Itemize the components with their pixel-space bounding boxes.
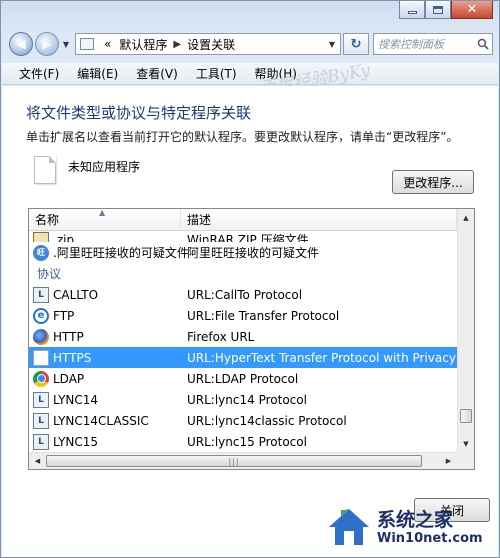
menu-bar: 文件(F) 编辑(E) 查看(V) 工具(T) 帮助(H): [2, 63, 498, 85]
column-description-label: 描述: [187, 213, 212, 227]
item-description: WinRAR ZIP 压缩文件: [187, 233, 309, 242]
list-item-lync14classic[interactable]: L LYNC14CLASSIC URL:lync14classic Protoco…: [29, 410, 457, 431]
item-name: FTP: [53, 308, 75, 323]
back-arrow-icon: ◀: [16, 37, 26, 51]
search-icon[interactable]: [474, 38, 492, 50]
scroll-left-icon[interactable]: ◀: [29, 453, 46, 469]
item-name: .zip: [53, 233, 75, 242]
maximize-icon: [433, 5, 443, 14]
brand-url: Win10net.com: [377, 531, 483, 546]
list-item-ftp[interactable]: e FTP URL:File Transfer Protocol: [29, 305, 457, 326]
list-body: .zip WinRAR ZIP 压缩文件 旺 .阿里旺旺接收的可疑文件 阿里旺旺接…: [29, 231, 457, 452]
item-name: HTTPS: [53, 350, 92, 365]
breadcrumb-separator-icon[interactable]: ▶: [171, 39, 183, 50]
item-name: HTTP: [53, 329, 84, 344]
item-description: URL:File Transfer Protocol: [187, 308, 340, 323]
scroll-down-icon[interactable]: ▼: [458, 435, 474, 452]
item-name: LDAP: [53, 371, 85, 386]
address-bar[interactable]: « 默认程序 ▶ 设置关联 ▼: [75, 33, 341, 55]
group-header-protocols: 协议: [37, 267, 62, 281]
item-name: CALLTO: [53, 287, 99, 302]
list-item-ldap[interactable]: LDAP URL:LDAP Protocol: [29, 368, 457, 389]
menu-file[interactable]: 文件(F): [10, 65, 68, 82]
association-list[interactable]: ▲ 名称 描述 .zip WinRAR ZIP 压缩文件 旺 .阿里旺旺接收的可疑…: [28, 208, 475, 470]
unknown-app-icon: [34, 156, 56, 184]
maximize-button[interactable]: [425, 1, 451, 19]
ie-icon: e: [33, 307, 49, 324]
item-name: LYNC15: [53, 434, 99, 449]
back-button[interactable]: ◀: [9, 32, 33, 56]
list-item-https[interactable]: HTTPS URL:HyperText Transfer Protocol wi…: [29, 347, 457, 368]
list-item-lync14[interactable]: L LYNC14 URL:lync14 Protocol: [29, 389, 457, 410]
explorer-window: ✕ ◀ ▶ ▼ « 默认程序 ▶ 设置关联 ▼ ↻ 搜索控制面板 文件(F) 编…: [0, 0, 500, 558]
app-icon: L: [33, 391, 49, 408]
site-watermark-logo: 系统之家 Win10net.com: [327, 499, 495, 553]
column-name-header[interactable]: ▲ 名称: [29, 209, 181, 231]
address-dropdown-icon[interactable]: ▼: [324, 40, 340, 49]
chrome-icon: [33, 370, 49, 387]
forward-arrow-icon: ▶: [42, 37, 52, 51]
breadcrumb-overflow[interactable]: «: [100, 37, 115, 51]
forward-button[interactable]: ▶: [35, 32, 59, 56]
scroll-up-icon[interactable]: ▲: [458, 209, 474, 226]
refresh-button[interactable]: ↻: [343, 33, 369, 55]
menu-edit[interactable]: 编辑(E): [68, 65, 127, 82]
close-icon: ✕: [466, 1, 478, 17]
list-item[interactable]: .zip WinRAR ZIP 压缩文件: [29, 231, 457, 242]
breadcrumb-set-associations[interactable]: 设置关联: [183, 36, 239, 53]
menu-tools[interactable]: 工具(T): [187, 65, 246, 82]
house-logo-icon: [329, 509, 369, 545]
close-window-button[interactable]: ✕: [451, 1, 493, 19]
item-description: URL:HyperText Transfer Protocol with Pri…: [187, 350, 456, 365]
navigation-bar: ◀ ▶ ▼ « 默认程序 ▶ 设置关联 ▼ ↻ 搜索控制面板: [9, 29, 493, 59]
blank-icon: [33, 349, 49, 366]
minimize-button[interactable]: [399, 1, 425, 19]
minimize-icon: [407, 11, 417, 14]
menu-view[interactable]: 查看(V): [127, 65, 187, 82]
vertical-scrollbar[interactable]: ▲ ▼: [457, 209, 474, 452]
current-app-name: 未知应用程序: [68, 160, 141, 174]
item-name: .阿里旺旺接收的可疑文件: [53, 246, 189, 260]
zip-icon: [33, 232, 49, 242]
list-item-http[interactable]: HTTP Firefox URL: [29, 326, 457, 347]
list-item-lync15[interactable]: L LYNC15 URL:lync15 Protocol: [29, 431, 457, 452]
page-title: 将文件类型或协议与特定程序关联: [26, 104, 252, 122]
search-box[interactable]: 搜索控制面板: [373, 33, 493, 55]
recent-pages-dropdown[interactable]: ▼: [61, 40, 71, 49]
app-icon: L: [33, 286, 49, 303]
column-description-header[interactable]: 描述: [181, 209, 457, 231]
horizontal-scrollbar[interactable]: ◀ ||| ▶: [29, 452, 457, 469]
breadcrumb-default-programs[interactable]: 默认程序: [115, 36, 171, 53]
item-name: LYNC14: [53, 392, 99, 407]
item-description: 阿里旺旺接收的可疑文件: [187, 246, 320, 260]
brand-title: 系统之家: [377, 509, 454, 531]
change-program-button[interactable]: 更改程序...: [392, 170, 474, 194]
caption-buttons: ✕: [399, 1, 493, 19]
horizontal-scroll-thumb[interactable]: |||: [46, 455, 422, 467]
search-placeholder: 搜索控制面板: [378, 38, 444, 51]
column-name-label: 名称: [35, 213, 60, 227]
scrollbar-corner: [457, 452, 474, 469]
app-icon: L: [33, 412, 49, 429]
list-item[interactable]: 旺 .阿里旺旺接收的可疑文件 阿里旺旺接收的可疑文件: [29, 242, 457, 263]
firefox-icon: [33, 328, 49, 345]
item-description: URL:LDAP Protocol: [187, 371, 299, 386]
list-item-callto[interactable]: L CALLTO URL:CallTo Protocol: [29, 284, 457, 305]
content-pane: 将文件类型或协议与特定程序关联 单击扩展名以查看当前打开它的默认程序。要更改默认…: [2, 86, 498, 557]
list-header: ▲ 名称 描述: [29, 209, 457, 231]
sort-ascending-icon: ▲: [99, 208, 106, 217]
refresh-icon: ↻: [350, 36, 362, 52]
vertical-scroll-thumb[interactable]: [460, 409, 472, 423]
aliwangwang-icon: 旺: [33, 244, 49, 261]
item-name: LYNC14CLASSIC: [53, 413, 149, 428]
item-description: URL:lync15 Protocol: [187, 434, 307, 449]
item-description: Firefox URL: [187, 329, 255, 344]
scroll-right-icon[interactable]: ▶: [440, 453, 457, 469]
control-panel-icon: [80, 38, 94, 50]
item-description: URL:lync14 Protocol: [187, 392, 307, 407]
app-icon: L: [33, 433, 49, 450]
item-description: URL:CallTo Protocol: [187, 287, 303, 302]
item-description: URL:lync14classic Protocol: [187, 413, 347, 428]
page-description: 单击扩展名以查看当前打开它的默认程序。要更改默认程序，请单击“更改程序”。: [26, 130, 459, 144]
